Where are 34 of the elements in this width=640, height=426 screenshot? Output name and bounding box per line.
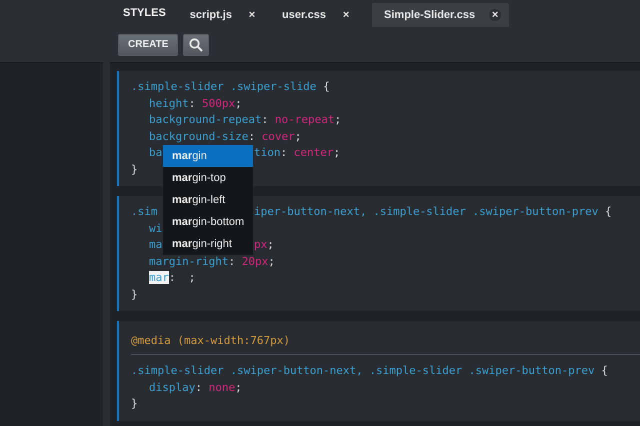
code-text: } bbox=[131, 288, 138, 300]
code-text: .simple-slider .swiper-button-next, .simple-slider .swiper-button-prev { bbox=[131, 364, 608, 377]
panel-title: STYLES bbox=[122, 7, 167, 21]
autocomplete-item[interactable]: margin-left bbox=[163, 189, 253, 211]
search-button[interactable] bbox=[183, 34, 210, 56]
close-button[interactable]: × bbox=[489, 9, 502, 21]
code-text: ma bbox=[149, 237, 162, 253]
search-icon bbox=[189, 38, 204, 52]
file-tab[interactable]: script.js × bbox=[190, 3, 268, 27]
code-text: wi bbox=[149, 222, 162, 234]
code-text: } bbox=[131, 397, 138, 410]
autocomplete-item[interactable]: margin bbox=[163, 145, 253, 167]
code-text: .sim bbox=[131, 204, 158, 220]
code-text: tion: center; bbox=[254, 145, 340, 161]
code-text: background-size: cover; bbox=[149, 130, 302, 142]
code-text: mar: ; bbox=[149, 271, 196, 284]
code-text: ba bbox=[149, 145, 162, 161]
close-button[interactable]: × bbox=[246, 9, 258, 21]
code-text: } bbox=[131, 162, 138, 176]
file-tab[interactable]: Simple-Slider.css × bbox=[372, 3, 510, 27]
code-text: background-repeat: no-repeat; bbox=[149, 113, 342, 126]
autocomplete-item[interactable]: margin-top bbox=[163, 167, 253, 189]
autocomplete-item[interactable]: margin-bottom bbox=[163, 211, 253, 233]
file-tab[interactable]: user.css × bbox=[282, 3, 362, 27]
code-text: height: 500px; bbox=[149, 96, 242, 110]
code-text: iper-button-next, .simple-slider .swiper-button-prev { bbox=[254, 204, 612, 220]
create-button[interactable]: CREATE bbox=[118, 34, 178, 56]
close-button[interactable]: × bbox=[340, 9, 352, 21]
code-text: .simple-slider .swiper-slide { bbox=[131, 80, 330, 93]
autocomplete-item[interactable]: margin-right bbox=[163, 233, 253, 255]
code-text: margin-right: 20px; bbox=[149, 254, 275, 268]
code-text: display: none; bbox=[149, 380, 242, 394]
code-text: px; bbox=[254, 237, 274, 253]
media-query: @media (max-width:767px) bbox=[131, 333, 291, 349]
